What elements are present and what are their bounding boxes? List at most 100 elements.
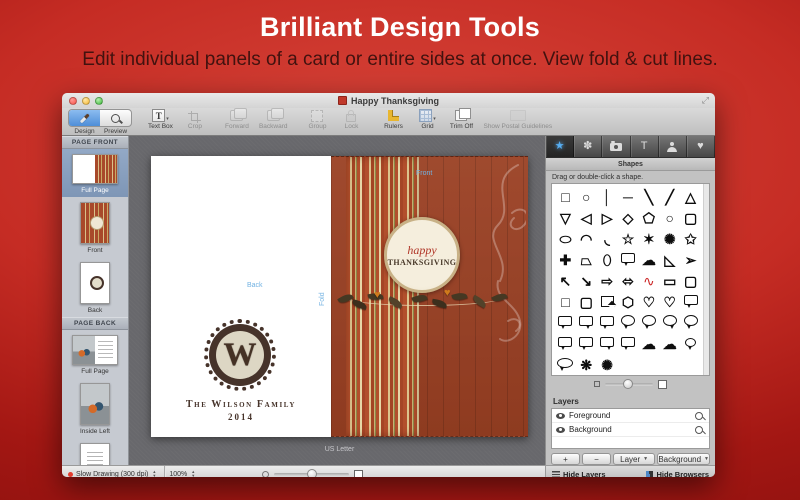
shape-cell[interactable]: ─: [618, 186, 639, 207]
shape-cell[interactable]: ⬭: [555, 228, 576, 249]
shape-cell[interactable]: □: [555, 291, 576, 312]
shape-cell[interactable]: ○: [659, 207, 680, 228]
shape-cell[interactable]: [597, 333, 618, 354]
shape-cell[interactable]: ✩: [680, 228, 701, 249]
zoom-slider[interactable]: [274, 473, 349, 476]
shape-cell[interactable]: ☁: [638, 249, 659, 270]
shape-cell[interactable]: ╱: [659, 186, 680, 207]
shape-cell[interactable]: ▢: [680, 207, 701, 228]
shape-cell[interactable]: ☁: [659, 333, 680, 354]
family-name-text[interactable]: The Wilson Family 2014: [151, 399, 331, 422]
shape-cell[interactable]: [659, 312, 680, 333]
eye-icon[interactable]: [556, 413, 565, 419]
shape-cell[interactable]: [555, 312, 576, 333]
shape-cell[interactable]: ⬡: [618, 291, 639, 312]
shape-cell[interactable]: [638, 312, 659, 333]
shape-cell[interactable]: │: [597, 186, 618, 207]
eye-icon[interactable]: [556, 427, 565, 433]
shape-cell[interactable]: ∿: [638, 270, 659, 291]
trim-off-button[interactable]: Trim Off: [449, 109, 473, 130]
front-panel[interactable]: Front happy THANKSGIVING: [331, 156, 528, 437]
add-layer-button[interactable]: +: [551, 453, 580, 465]
layer-dropdown[interactable]: Layer▼: [613, 453, 655, 465]
shape-cell[interactable]: ▢: [576, 291, 597, 312]
close-button[interactable]: [69, 97, 77, 105]
shape-cell[interactable]: ✚: [555, 249, 576, 270]
shape-cell[interactable]: □: [555, 186, 576, 207]
hide-layers-button[interactable]: Hide Layers: [552, 470, 606, 478]
design-button[interactable]: [69, 110, 100, 126]
title-bar[interactable]: Happy Thanksgiving ⤢: [62, 93, 715, 108]
shape-cell[interactable]: ✶: [638, 228, 659, 249]
zoom-stepper[interactable]: [191, 470, 195, 477]
shape-cell[interactable]: ➢: [680, 249, 701, 270]
page-thumb-inside-left[interactable]: Inside Left: [62, 378, 128, 438]
shape-cell[interactable]: ▷: [597, 207, 618, 228]
layer-row-foreground[interactable]: Foreground: [552, 409, 709, 423]
tab-favorites[interactable]: ♥: [687, 136, 715, 157]
page-thumb-full-page[interactable]: Full Page: [62, 149, 128, 197]
shape-cell[interactable]: ◁: [576, 207, 597, 228]
background-dropdown[interactable]: Background▼: [657, 453, 710, 465]
design-canvas[interactable]: Back W The Wilson Family 2014 Fold: [129, 136, 545, 465]
tab-text[interactable]: T: [631, 136, 659, 157]
shape-cell[interactable]: [618, 312, 639, 333]
layer-row-background[interactable]: Background: [552, 423, 709, 437]
remove-layer-button[interactable]: −: [582, 453, 611, 465]
search-icon[interactable]: [695, 412, 703, 420]
page-thumb-front[interactable]: Front: [62, 197, 128, 257]
drawing-mode-stepper[interactable]: [152, 470, 156, 477]
shape-cell[interactable]: ☆: [618, 228, 639, 249]
shape-cell[interactable]: ⬄: [618, 270, 639, 291]
shape-cell[interactable]: ↘: [576, 270, 597, 291]
tab-photos[interactable]: [602, 136, 630, 157]
shape-cell[interactable]: ◺: [659, 249, 680, 270]
shape-cell[interactable]: ❋: [576, 354, 597, 375]
thanksgiving-badge[interactable]: happy THANKSGIVING: [384, 217, 460, 293]
page-thumb-full-page[interactable]: Full Page: [62, 330, 128, 378]
shape-cell[interactable]: ♡: [659, 291, 680, 312]
size-slider[interactable]: [605, 383, 653, 386]
shape-cell[interactable]: [597, 291, 618, 312]
shape-cell[interactable]: △: [680, 186, 701, 207]
minimize-button[interactable]: [82, 97, 90, 105]
monogram-badge[interactable]: W: [209, 324, 271, 386]
rulers-button[interactable]: Rulers: [381, 109, 405, 130]
shape-cell[interactable]: [680, 333, 701, 354]
tab-clipart[interactable]: ✽: [574, 136, 602, 157]
shape-cell[interactable]: [555, 354, 576, 375]
shape-cell[interactable]: ○: [576, 186, 597, 207]
shape-cell[interactable]: ☁: [638, 333, 659, 354]
shape-cell[interactable]: ╲: [638, 186, 659, 207]
scrollbar[interactable]: [703, 184, 709, 375]
shape-cell[interactable]: [555, 333, 576, 354]
page-thumb-inside-right[interactable]: Inside Right: [62, 438, 128, 465]
shape-cell[interactable]: [618, 333, 639, 354]
shape-cell[interactable]: [576, 333, 597, 354]
grid-button[interactable]: ▾ Grid: [415, 109, 439, 130]
shape-cell[interactable]: [618, 249, 639, 270]
shape-cell[interactable]: ◇: [618, 207, 639, 228]
shape-cell[interactable]: ⏢: [576, 249, 597, 270]
shape-cell[interactable]: ◠: [576, 228, 597, 249]
search-icon[interactable]: [695, 426, 703, 434]
shape-cell[interactable]: [576, 312, 597, 333]
shape-cell[interactable]: ▽: [555, 207, 576, 228]
tab-contacts[interactable]: [659, 136, 687, 157]
preview-button[interactable]: [100, 110, 131, 126]
shape-cell[interactable]: ✺: [597, 354, 618, 375]
size-slider-thumb[interactable]: [623, 379, 633, 389]
card-spread[interactable]: Back W The Wilson Family 2014 Fold: [151, 156, 528, 437]
shape-cell[interactable]: ▢: [680, 270, 701, 291]
shape-cell[interactable]: [680, 291, 701, 312]
shape-cell[interactable]: ⬯: [597, 249, 618, 270]
hide-browsers-button[interactable]: Hide Browsers: [646, 470, 709, 478]
zoom-button[interactable]: [95, 97, 103, 105]
shape-cell[interactable]: [680, 312, 701, 333]
tab-shapes[interactable]: ★: [546, 136, 574, 157]
shape-cell[interactable]: ♡: [638, 291, 659, 312]
fullscreen-icon[interactable]: ⤢: [702, 96, 709, 105]
shape-cell[interactable]: ⇨: [597, 270, 618, 291]
shape-cell[interactable]: ▭: [659, 270, 680, 291]
shape-cell[interactable]: ◟: [597, 228, 618, 249]
